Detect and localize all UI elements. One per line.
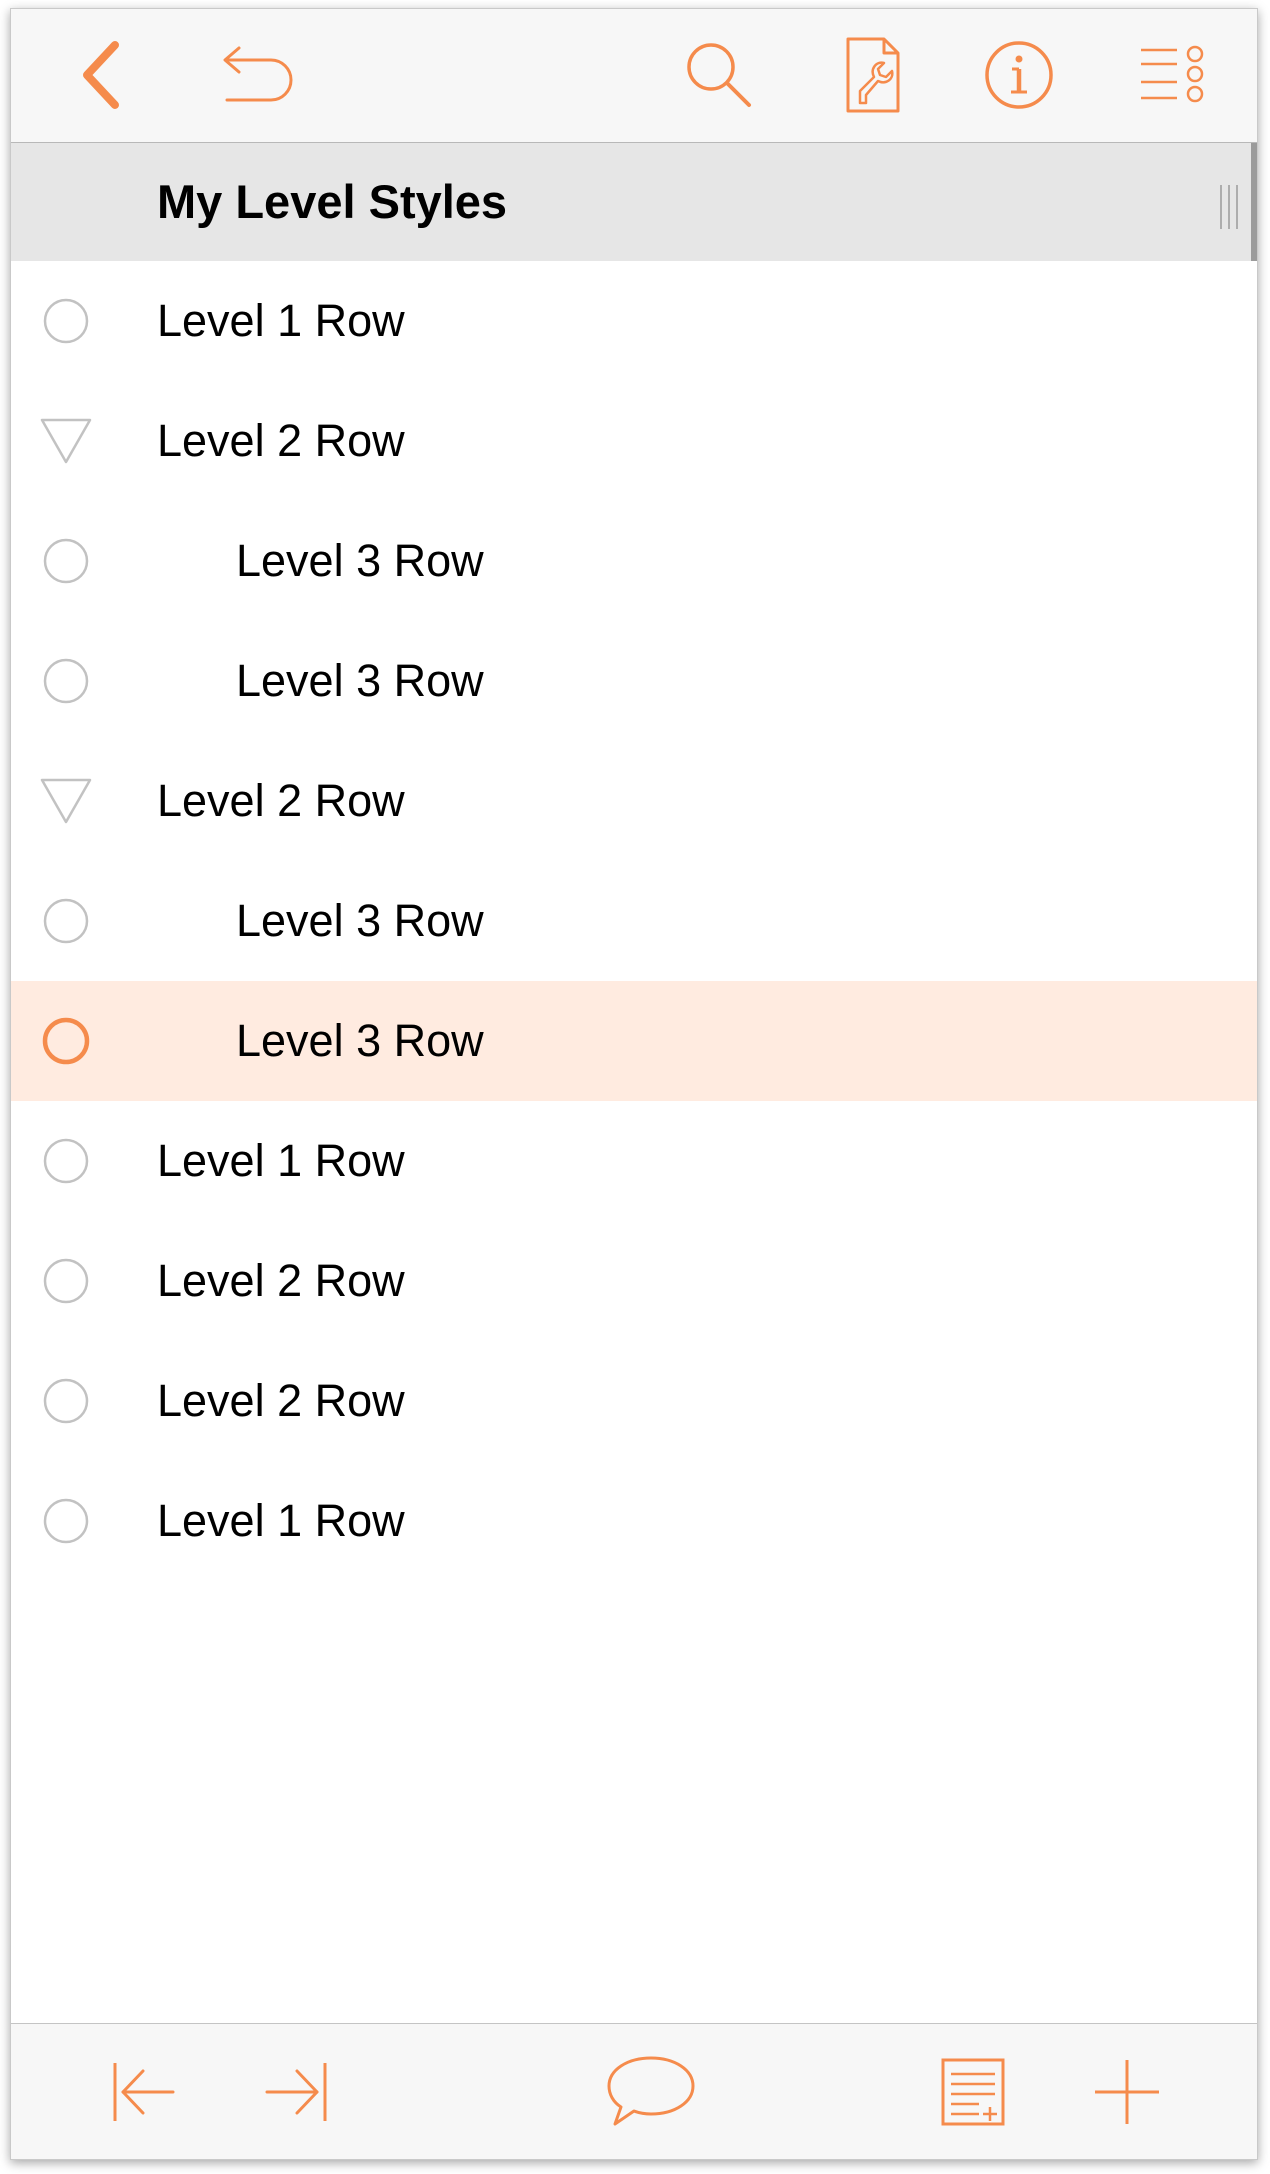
row-handle[interactable] (39, 1497, 93, 1545)
row-text[interactable]: Level 2 Row (157, 1341, 405, 1461)
outline-row[interactable]: Level 2 Row (11, 1341, 1257, 1461)
outline-row[interactable]: Level 2 Row (11, 1221, 1257, 1341)
outline-menu-button[interactable] (1131, 33, 1215, 117)
row-handle[interactable] (39, 537, 93, 585)
search-icon (687, 43, 751, 107)
row-text[interactable]: Level 1 Row (157, 1461, 405, 1581)
row-circle-icon (43, 538, 89, 584)
add-row-icon (1095, 2060, 1159, 2124)
search-button[interactable] (677, 33, 761, 117)
comment-button[interactable] (601, 2050, 701, 2134)
add-note-button[interactable] (931, 2050, 1015, 2134)
row-handle[interactable] (39, 777, 93, 825)
outdent-icon (113, 2063, 175, 2121)
undo-icon (223, 46, 293, 102)
row-circle-icon (43, 298, 89, 344)
indent-button[interactable] (255, 2050, 339, 2134)
outline-row[interactable]: Level 3 Row (11, 981, 1257, 1101)
outline-row[interactable]: Level 2 Row (11, 741, 1257, 861)
row-handle[interactable] (39, 297, 93, 345)
row-text[interactable]: Level 3 Row (236, 621, 484, 741)
row-circle-icon (43, 1498, 89, 1544)
row-handle[interactable] (39, 1137, 93, 1185)
outline-row[interactable]: Level 3 Row (11, 501, 1257, 621)
outline-row[interactable]: Level 1 Row (11, 1461, 1257, 1581)
bottom-toolbar (11, 2023, 1257, 2159)
row-handle[interactable] (39, 1017, 93, 1065)
column-resize-icon[interactable] (1217, 183, 1243, 231)
row-circle-icon (43, 658, 89, 704)
outline-row[interactable]: Level 1 Row (11, 1101, 1257, 1221)
undo-button[interactable] (211, 33, 295, 117)
document-wrench-icon (846, 37, 900, 113)
outline-row[interactable]: Level 1 Row (11, 261, 1257, 381)
row-circle-icon (43, 898, 89, 944)
app-window: My Level Styles Level 1 Row Level 2 Row Le… (10, 8, 1258, 2160)
document-settings-button[interactable] (831, 33, 915, 117)
row-text[interactable]: Level 3 Row (236, 861, 484, 981)
row-text[interactable]: Level 3 Row (236, 501, 484, 621)
section-title: My Level Styles (157, 175, 508, 228)
indent-icon (265, 2063, 327, 2121)
row-text[interactable]: Level 2 Row (157, 381, 405, 501)
disclosure-triangle-icon (40, 778, 92, 824)
top-toolbar (11, 9, 1257, 143)
row-text[interactable]: Level 3 Row (236, 981, 484, 1101)
outline-menu-icon (1141, 45, 1204, 103)
row-handle[interactable] (39, 1377, 93, 1425)
outdent-button[interactable] (101, 2050, 185, 2134)
outline-row[interactable]: Level 3 Row (11, 861, 1257, 981)
info-icon (985, 41, 1053, 109)
row-text[interactable]: Level 1 Row (157, 1101, 405, 1221)
disclosure-triangle-icon (40, 418, 92, 464)
row-circle-icon (42, 1017, 90, 1065)
back-button[interactable] (61, 33, 145, 117)
back-chevron-icon (83, 41, 119, 109)
row-handle[interactable] (39, 417, 93, 465)
row-handle[interactable] (39, 897, 93, 945)
add-note-icon (941, 2058, 1005, 2126)
row-circle-icon (43, 1138, 89, 1184)
outline-list: Level 1 Row Level 2 Row Level 3 Row Level 3… (11, 261, 1257, 1581)
row-text[interactable]: Level 2 Row (157, 1221, 405, 1341)
outline-row[interactable]: Level 3 Row (11, 621, 1257, 741)
comment-icon (607, 2056, 695, 2126)
row-text[interactable]: Level 2 Row (157, 741, 405, 861)
row-circle-icon (43, 1258, 89, 1304)
outline-row[interactable]: Level 2 Row (11, 381, 1257, 501)
add-row-button[interactable] (1085, 2050, 1169, 2134)
row-circle-icon (43, 1378, 89, 1424)
section-header[interactable]: My Level Styles (11, 143, 1257, 261)
info-button[interactable] (977, 33, 1061, 117)
row-handle[interactable] (39, 1257, 93, 1305)
row-handle[interactable] (39, 657, 93, 705)
scroll-indicator (1251, 143, 1257, 261)
row-text[interactable]: Level 1 Row (157, 261, 405, 381)
